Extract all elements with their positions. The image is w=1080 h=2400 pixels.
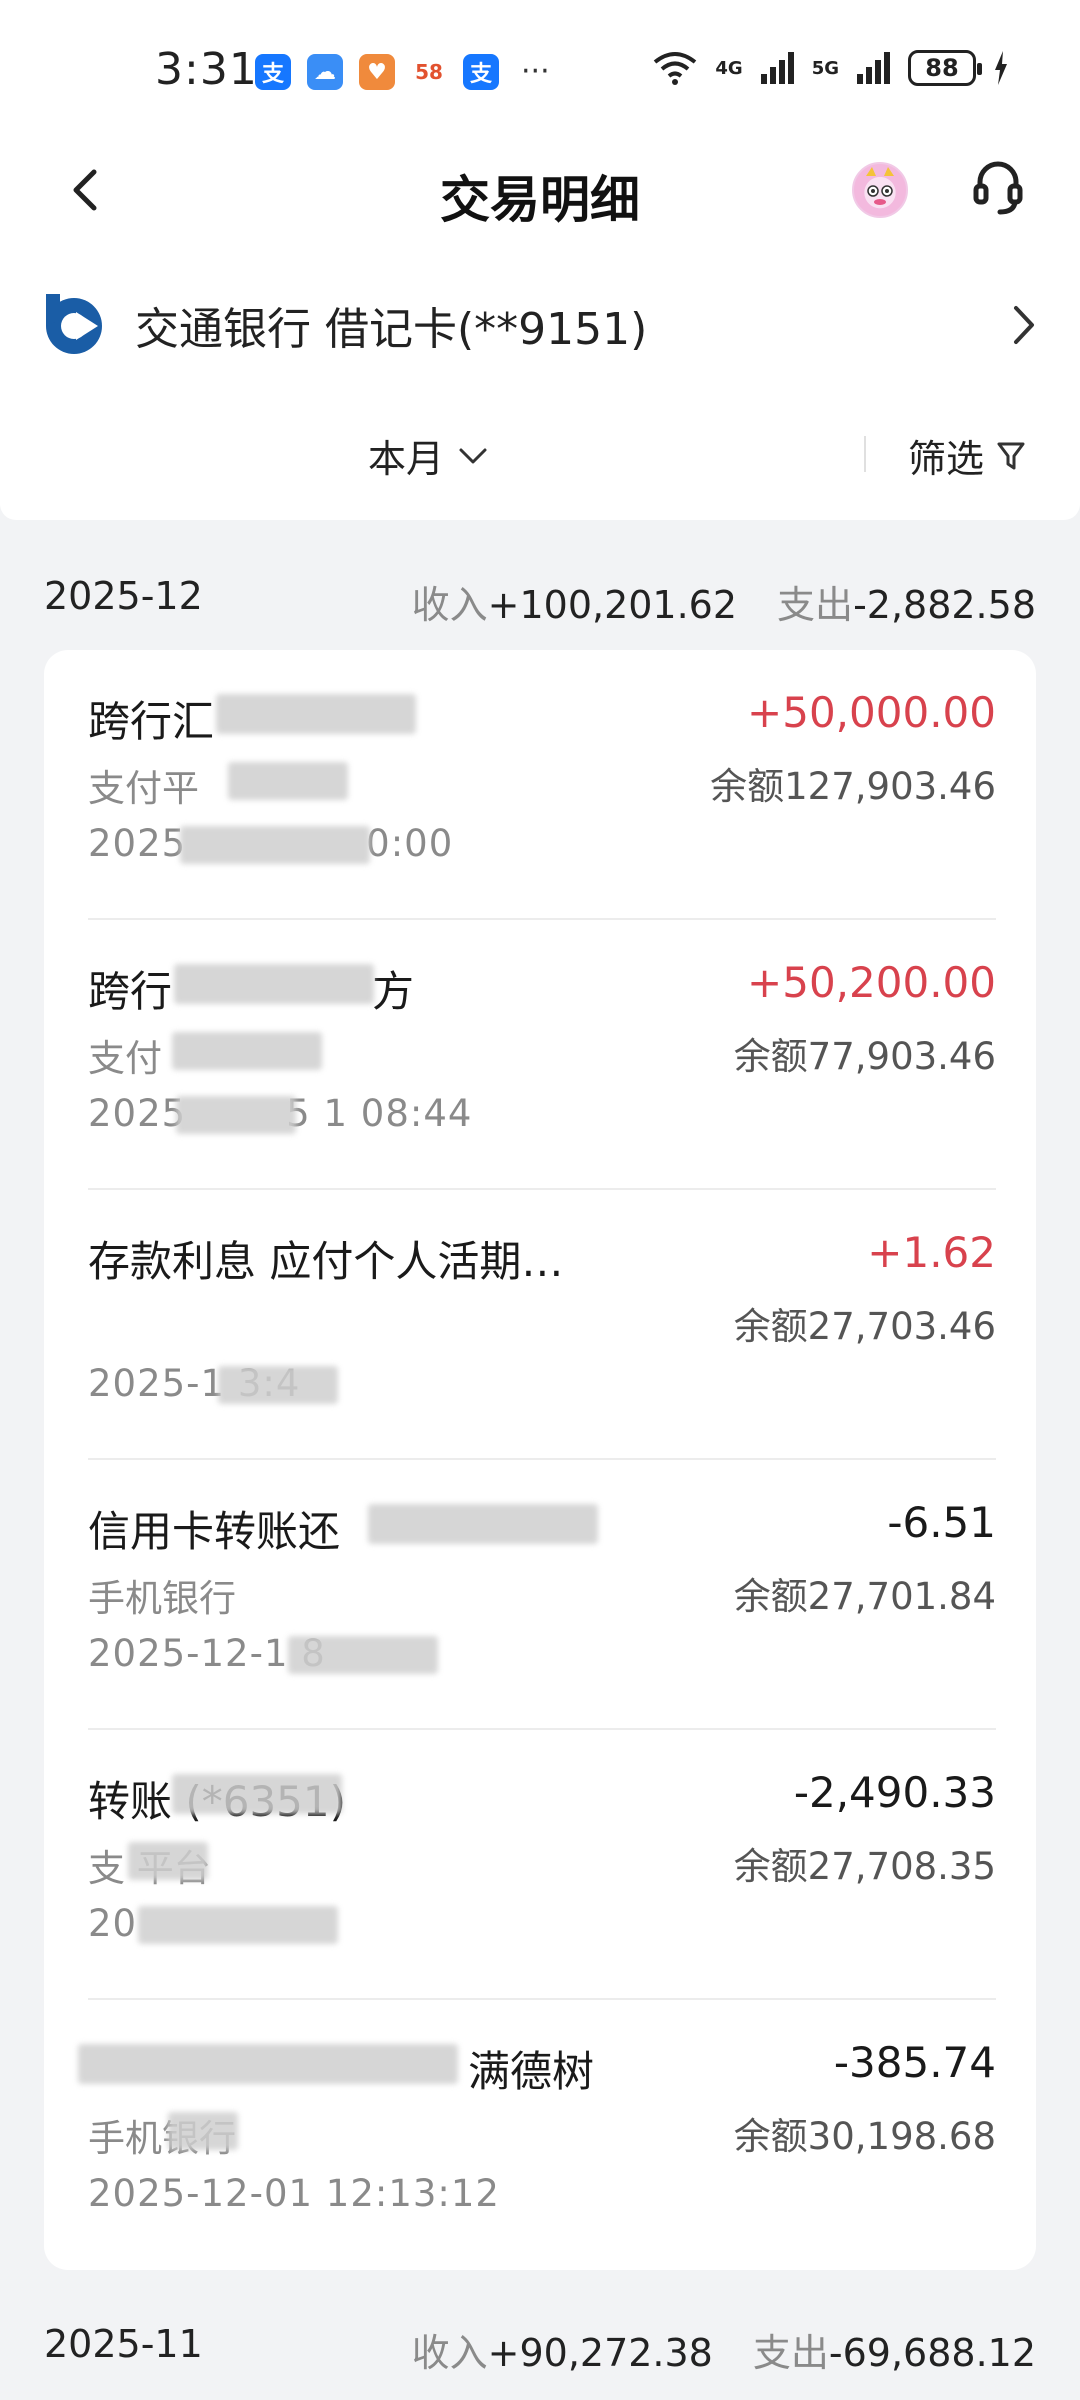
transaction-title: 存款利息 应付个人活期… [88, 1237, 564, 1286]
transaction-time: 2025-12-01 12:13:12 [88, 2172, 500, 2215]
funnel-icon [997, 442, 1025, 469]
transaction-amount: -2,490.33 [793, 1768, 996, 1817]
system-status: 4G 5G 88 [653, 50, 1008, 86]
mascot-face-icon [866, 167, 894, 205]
account-name: 交通银行 借记卡(**9151) [135, 304, 648, 355]
transaction-amount: -385.74 [833, 2038, 996, 2087]
expense-label: 支出 [777, 583, 854, 627]
more-notifications-icon: ··· [521, 54, 550, 89]
redaction [172, 1032, 322, 1070]
transaction-balance: 余额27,701.84 [733, 1575, 996, 1618]
customer-service-icon[interactable] [970, 158, 1026, 218]
account-selector[interactable]: 交通银行 借记卡(**9151) [0, 270, 1080, 380]
redaction [78, 2044, 458, 2084]
page-title: 交易明细 [440, 171, 640, 229]
transaction-balance: 余额77,903.46 [733, 1035, 996, 1078]
chevron-down-icon [459, 448, 487, 463]
redaction [368, 1504, 598, 1544]
month-dropdown[interactable]: 本月 [368, 428, 488, 483]
notification-icons: 支 ☁ ♥ 58 支 ··· [255, 54, 550, 90]
transaction-balance: 余额27,703.46 [733, 1305, 996, 1348]
transaction-title: 跨行汇 [88, 697, 215, 746]
income-total: +90,272.38 [487, 2331, 713, 2375]
month-date: 2025-12 [44, 574, 203, 618]
transaction-amount: +50,200.00 [747, 958, 996, 1007]
redaction [174, 964, 374, 1004]
income-label: 收入 [411, 583, 488, 627]
transaction-amount: +1.62 [867, 1228, 996, 1277]
58-app-icon: 58 [411, 54, 447, 90]
redaction [218, 1366, 338, 1404]
transaction-balance: 余额127,903.46 [710, 765, 996, 808]
month-summary: 2025-11 收入+90,272.38 支出-69,688.12 [0, 2304, 1080, 2384]
battery-icon: 88 [908, 50, 982, 86]
transaction-channel: 支付平 [88, 767, 199, 810]
health-icon: ♥ [359, 54, 395, 90]
signal-5g-icon [857, 52, 890, 84]
month-summary: 2025-12 收入+100,201.62 支出-2,882.58 [0, 556, 1080, 636]
transaction-channel: 手机银行 [88, 1577, 236, 1620]
charging-icon [995, 51, 1007, 85]
redaction [176, 1096, 296, 1134]
transaction-balance: 余额27,708.35 [733, 1845, 996, 1888]
wifi-icon [654, 52, 697, 85]
status-time: 3:31 [155, 44, 258, 95]
redaction [216, 694, 416, 734]
redaction [288, 1636, 438, 1674]
redaction [180, 826, 370, 864]
transaction-title: 信用卡转账还 [88, 1507, 341, 1556]
filter-label: 筛选 [908, 437, 985, 481]
transaction-amount: -6.51 [887, 1498, 996, 1547]
month-totals: 收入+90,272.38 支出-69,688.12 [412, 2322, 1036, 2377]
transaction-item[interactable]: 跨行方 支付 2025 5 1 08:44 +50,200.00 余额77,903… [88, 920, 996, 1190]
transaction-time: 20 [88, 1902, 138, 1945]
transaction-item[interactable]: 存款利息 应付个人活期… 2025-1 3:4 +1.62 余额27,703.4… [88, 1190, 996, 1460]
redaction [168, 2112, 238, 2150]
mascot-avatar-icon[interactable] [852, 162, 908, 218]
chevron-right-icon [1014, 306, 1034, 344]
redaction [172, 1774, 342, 1814]
expense-total: -69,688.12 [828, 2331, 1036, 2375]
expense-label: 支出 [752, 2331, 829, 2375]
transaction-item[interactable]: 转账 (*6351) 支 平台 20 -2,490.33 余额27,708.35 [88, 1730, 996, 2000]
month-dropdown-label: 本月 [368, 437, 445, 481]
month-date: 2025-11 [44, 2322, 203, 2366]
network-4g-label: 4G [715, 57, 743, 79]
expense-total: -2,882.58 [853, 583, 1036, 627]
transaction-amount: +50,000.00 [747, 688, 996, 737]
filter-bar: 本月 筛选 [0, 380, 1080, 520]
alipay-icon: 支 [255, 54, 291, 90]
signal-4g-icon [760, 52, 794, 84]
redaction [228, 762, 348, 800]
redaction [128, 1842, 208, 1880]
alipay-icon: 支 [463, 54, 499, 90]
bank-logo-icon [46, 294, 102, 354]
redaction [138, 1906, 338, 1944]
transaction-title: 满德树 [468, 2047, 595, 2096]
transaction-item[interactable]: 跨行汇 支付平 2025 0:00 +50,000.00 余额127,903.46 [88, 650, 996, 920]
transaction-item[interactable]: 信用卡转账还 手机银行 2025-12-1 8 -6.51 余额27,701.8… [88, 1460, 996, 1730]
network-5g-label: 5G [811, 57, 839, 79]
transaction-list: 跨行汇 支付平 2025 0:00 +50,000.00 余额127,903.46… [44, 650, 1036, 2270]
income-label: 收入 [411, 2331, 488, 2375]
income-total: +100,201.62 [487, 583, 738, 627]
transaction-item[interactable]: 满德树 手机银行 2025-12-01 12:13:12 -385.74 余额3… [78, 2000, 996, 2270]
status-bar: 3:31 支 ☁ ♥ 58 支 ··· 4G 5G 88 [0, 0, 1080, 150]
divider [864, 436, 866, 472]
month-totals: 收入+100,201.62 支出-2,882.58 [412, 574, 1036, 629]
filter-button[interactable]: 筛选 [908, 428, 1026, 483]
transaction-balance: 余额30,198.68 [733, 2115, 996, 2158]
cloud-icon: ☁ [307, 54, 343, 90]
transaction-channel: 支付 [88, 1037, 162, 1080]
